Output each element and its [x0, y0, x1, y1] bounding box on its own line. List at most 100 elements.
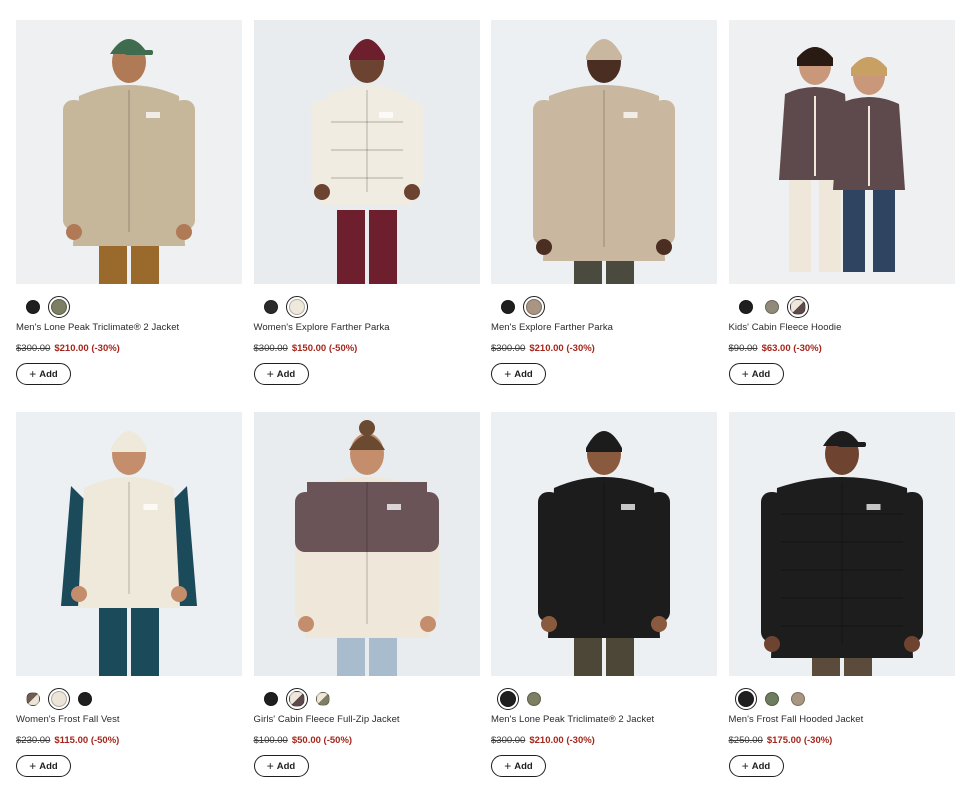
color-swatch[interactable] [761, 688, 783, 710]
product-name[interactable]: Women's Explore Farther Parka [254, 322, 390, 333]
discount-percent: (-30%) [566, 735, 595, 746]
product-image[interactable] [491, 20, 717, 284]
original-price: $300.00 [491, 735, 526, 746]
color-swatch[interactable] [285, 296, 308, 318]
add-to-cart-button[interactable]: + Add [16, 755, 71, 777]
swatch-dot [26, 692, 40, 706]
product-name[interactable]: Men's Lone Peak Triclimate® 2 Jacket [16, 322, 179, 333]
color-swatch[interactable] [497, 296, 519, 318]
plus-icon: + [504, 759, 512, 773]
product-photo-illustration [253, 20, 480, 284]
add-to-cart-button[interactable]: + Add [253, 755, 309, 777]
product-image[interactable] [253, 412, 480, 676]
add-button-label: Add [276, 368, 296, 380]
swatch-dot [315, 692, 330, 706]
color-swatch[interactable] [497, 688, 519, 710]
plus-icon: + [741, 367, 749, 381]
sale-price: $210.00 [529, 735, 564, 746]
product-image[interactable] [16, 20, 242, 284]
product-name[interactable]: Men's Explore Farther Parka [491, 322, 613, 333]
discount-percent: (-50%) [328, 343, 358, 354]
swatch-dot [263, 300, 278, 314]
product-image[interactable] [728, 20, 955, 284]
color-swatch[interactable] [735, 296, 757, 318]
product-card[interactable]: Men's Lone Peak Triclimate® 2 Jacket $300… [491, 412, 717, 802]
original-price: $300.00 [253, 343, 288, 354]
product-card[interactable]: Women's Explore Farther Parka $300.00 $150… [253, 20, 480, 412]
color-swatch[interactable] [74, 688, 96, 710]
product-card[interactable]: Women's Frost Fall Vest $230.00 $115.00 (-… [16, 412, 242, 802]
product-name[interactable]: Girls' Cabin Fleece Full-Zip Jacket [254, 714, 400, 725]
product-card[interactable]: Men's Lone Peak Triclimate® 2 Jacket $300… [16, 20, 242, 412]
color-swatch[interactable] [787, 688, 809, 710]
discount-percent: (-50%) [90, 735, 120, 746]
swatch-dot [737, 691, 754, 707]
sale-price: $115.00 [54, 735, 89, 746]
product-price: $300.00 $150.00 (-50%) [254, 343, 358, 354]
product-price: $230.00 $115.00 (-50%) [16, 735, 119, 746]
product-price: $250.00 $175.00 (-30%) [729, 735, 833, 746]
add-to-cart-button[interactable]: + Add [728, 363, 784, 385]
color-swatch[interactable] [22, 296, 44, 318]
color-swatch[interactable] [285, 688, 308, 710]
product-image[interactable] [728, 412, 955, 676]
original-price: $100.00 [253, 735, 288, 746]
add-button-label: Add [751, 760, 771, 772]
discount-percent: (-50%) [323, 735, 353, 746]
swatch-dot [738, 300, 753, 314]
add-to-cart-button[interactable]: + Add [728, 755, 784, 777]
product-card[interactable]: Men's Frost Fall Hooded Jacket $250.00 $17… [728, 412, 955, 802]
color-swatch[interactable] [523, 296, 545, 318]
color-swatch[interactable] [260, 688, 282, 710]
product-photo-illustration [728, 412, 955, 676]
product-grid: Men's Lone Peak Triclimate® 2 Jacket $300… [16, 20, 955, 802]
swatch-dot [527, 692, 541, 706]
original-price: $300.00 [491, 343, 526, 354]
product-image[interactable] [16, 412, 242, 676]
add-button-label: Add [39, 368, 58, 380]
swatch-dot [288, 691, 305, 707]
color-swatch[interactable] [48, 688, 70, 710]
sale-price: $50.00 [291, 735, 321, 746]
product-name[interactable]: Women's Frost Fall Vest [16, 714, 120, 725]
color-swatch[interactable] [260, 296, 282, 318]
product-image[interactable] [253, 20, 480, 284]
product-price: $100.00 $50.00 (-50%) [254, 735, 353, 746]
color-swatch[interactable] [312, 688, 334, 710]
product-name[interactable]: Men's Lone Peak Triclimate® 2 Jacket [491, 714, 654, 725]
color-swatches [734, 688, 813, 710]
swatch-dot [78, 692, 92, 706]
plus-icon: + [741, 759, 749, 773]
product-name[interactable]: Kids' Cabin Fleece Hoodie [729, 322, 842, 333]
add-to-cart-button[interactable]: + Add [491, 363, 546, 385]
sale-price: $175.00 [766, 735, 802, 746]
color-swatch[interactable] [786, 296, 809, 318]
product-photo-illustration [16, 412, 242, 676]
product-name[interactable]: Men's Frost Fall Hooded Jacket [729, 714, 864, 725]
color-swatch[interactable] [22, 688, 44, 710]
swatch-dot [51, 691, 67, 707]
product-card[interactable]: Girls' Cabin Fleece Full-Zip Jacket $100.… [253, 412, 480, 802]
add-to-cart-button[interactable]: + Add [491, 755, 546, 777]
product-card[interactable]: Kids' Cabin Fleece Hoodie $90.00 $63.00 (-… [728, 20, 955, 412]
color-swatches [497, 296, 549, 318]
original-price: $230.00 [16, 735, 51, 746]
swatch-dot [764, 692, 779, 706]
add-to-cart-button[interactable]: + Add [253, 363, 309, 385]
plus-icon: + [504, 367, 512, 381]
sale-price: $210.00 [529, 343, 564, 354]
color-swatches [22, 296, 74, 318]
original-price: $300.00 [16, 343, 51, 354]
color-swatch[interactable] [48, 296, 70, 318]
color-swatch[interactable] [761, 296, 783, 318]
swatch-dot [790, 692, 805, 706]
add-to-cart-button[interactable]: + Add [16, 363, 71, 385]
product-image[interactable] [491, 412, 717, 676]
product-card[interactable]: Men's Explore Farther Parka $300.00 $210.0… [491, 20, 717, 412]
color-swatch[interactable] [734, 688, 757, 710]
swatch-dot [526, 299, 542, 315]
plus-icon: + [266, 367, 274, 381]
color-swatch[interactable] [523, 688, 545, 710]
plus-icon: + [266, 759, 274, 773]
product-photo-illustration [728, 20, 955, 284]
